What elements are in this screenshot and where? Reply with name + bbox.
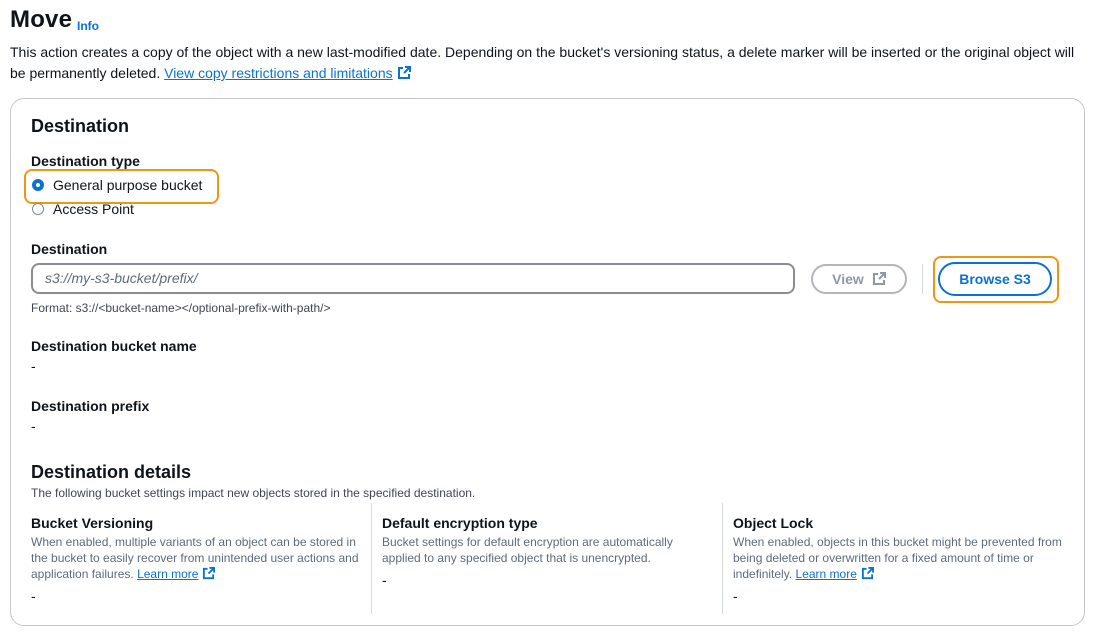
radio-checked-indicator[interactable] (32, 179, 44, 191)
object-lock-section: Object Lock When enabled, objects in thi… (733, 515, 1063, 604)
bucket-versioning-value: - (31, 588, 36, 604)
browse-s3-button[interactable]: Browse S3 (938, 262, 1052, 296)
copy-restrictions-link[interactable]: View copy restrictions and limitations (164, 65, 411, 81)
page-description: This action creates a copy of the object… (10, 42, 1088, 84)
copy-restrictions-link-label: View copy restrictions and limitations (164, 65, 393, 81)
destination-details-subtitle: The following bucket settings impact new… (31, 486, 476, 500)
view-button-label: View (832, 271, 864, 287)
radio-general-purpose-bucket[interactable]: General purpose bucket (32, 177, 202, 193)
object-lock-learn-more-link[interactable]: Learn more (796, 567, 874, 581)
column-divider (722, 503, 723, 614)
prefix-label: Destination prefix (31, 398, 150, 414)
bucket-versioning-section: Bucket Versioning When enabled, multiple… (31, 515, 366, 604)
external-link-icon (861, 567, 874, 580)
bucket-versioning-learn-more-link[interactable]: Learn more (137, 567, 216, 581)
view-button[interactable]: View (811, 264, 907, 294)
radio-label-access-point: Access Point (53, 201, 134, 217)
bucket-versioning-description: When enabled, multiple variants of an ob… (31, 534, 366, 582)
button-separator (922, 264, 923, 294)
default-encryption-description: Bucket settings for default encryption a… (382, 535, 673, 565)
prefix-value: - (31, 418, 36, 434)
destination-input[interactable]: s3://my-s3-bucket/prefix/ (31, 263, 795, 294)
destination-heading: Destination (31, 116, 130, 136)
destination-field-label: Destination (31, 241, 108, 257)
external-link-icon (397, 66, 411, 79)
destination-details-heading: Destination details (31, 462, 192, 482)
bucket-name-label: Destination bucket name (31, 338, 197, 354)
object-lock-title: Object Lock (733, 515, 814, 531)
column-divider (371, 503, 372, 614)
radio-unchecked-indicator[interactable] (32, 203, 44, 215)
bucket-name-value: - (31, 358, 36, 374)
info-link[interactable]: Info (77, 19, 99, 33)
destination-type-label: Destination type (31, 153, 140, 169)
radio-access-point[interactable]: Access Point (32, 201, 134, 217)
default-encryption-title: Default encryption type (382, 515, 538, 531)
format-hint: Format: s3://<bucket-name></optional-pre… (31, 301, 331, 315)
default-encryption-section: Default encryption type Bucket settings … (382, 515, 712, 588)
object-lock-description: When enabled, objects in this bucket mig… (733, 534, 1063, 582)
bucket-versioning-title: Bucket Versioning (31, 515, 154, 531)
destination-input-placeholder: s3://my-s3-bucket/prefix/ (45, 270, 198, 286)
default-encryption-value: - (382, 572, 387, 588)
learn-more-label: Learn more (795, 567, 857, 581)
learn-more-label: Learn more (137, 567, 199, 581)
external-link-icon (872, 272, 886, 285)
page-title: Move (10, 6, 73, 33)
radio-label-general-purpose-bucket: General purpose bucket (53, 177, 203, 193)
object-lock-value: - (733, 588, 738, 604)
external-link-icon (203, 567, 216, 580)
object-lock-description-text: When enabled, objects in this bucket mig… (733, 535, 1062, 581)
